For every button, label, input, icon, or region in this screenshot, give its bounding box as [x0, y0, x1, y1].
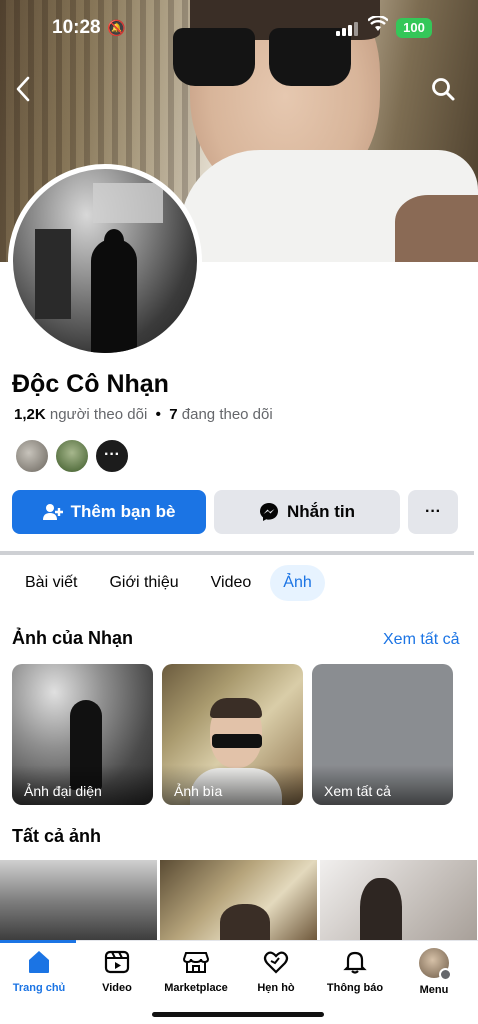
section-divider	[0, 551, 474, 555]
nav-label: Video	[102, 982, 132, 994]
mutual-friends[interactable]: ···	[14, 438, 130, 474]
active-tab-indicator	[0, 940, 76, 943]
album-profile-pictures[interactable]: Ảnh đại diện	[12, 664, 153, 805]
profile-actions: Thêm bạn bè Nhắn tin ···	[12, 490, 458, 534]
nav-label: Menu	[419, 984, 449, 996]
more-options-button[interactable]: ···	[408, 490, 458, 534]
nav-dating[interactable]: Hẹn hò	[231, 948, 321, 994]
search-icon[interactable]	[430, 76, 456, 102]
message-label: Nhắn tin	[287, 502, 355, 521]
friend-avatar[interactable]	[14, 438, 50, 474]
album-see-all[interactable]: Xem tất cả	[312, 664, 453, 805]
photo-grid	[0, 860, 478, 942]
bell-icon	[341, 948, 369, 976]
album-label: Ảnh bìa	[162, 765, 303, 805]
tab-video[interactable]: Video	[198, 565, 265, 601]
album-hair	[210, 698, 262, 718]
cover-arm	[395, 195, 478, 262]
more-friends-icon[interactable]: ···	[94, 438, 130, 474]
dating-icon	[262, 948, 290, 976]
nav-label: Thông báo	[326, 982, 384, 994]
followers-count: 1,2K	[14, 406, 46, 423]
following-count: 7	[169, 406, 178, 423]
photo-thumbnail[interactable]	[160, 860, 317, 942]
home-icon	[25, 948, 53, 976]
followers-label: người theo dõi	[49, 406, 148, 423]
add-friend-button[interactable]: Thêm bạn bè	[12, 490, 206, 534]
profile-tabs: Bài viết Giới thiệu Video Ảnh	[12, 565, 325, 601]
home-indicator	[152, 1012, 324, 1017]
albums-title: Ảnh của Nhạn	[12, 628, 134, 648]
see-all-link[interactable]: Xem tất cả	[383, 631, 459, 649]
status-time: 10:28	[52, 17, 101, 38]
nav-marketplace[interactable]: Marketplace	[151, 948, 241, 994]
battery-indicator: 100	[396, 18, 432, 38]
wifi-icon	[367, 15, 389, 37]
status-bar: 10:28 🔕 100	[0, 0, 478, 56]
video-icon	[103, 948, 131, 976]
all-photos-title: Tất cả ảnh	[12, 826, 102, 846]
menu-badge-icon	[439, 968, 452, 981]
add-friend-icon	[42, 504, 63, 520]
photo-thumbnail[interactable]	[0, 860, 157, 942]
stats-separator: •	[155, 406, 161, 423]
photo-thumbnail[interactable]	[320, 860, 477, 942]
albums-row: Ảnh đại diện Ảnh bìa Xem tất cả	[12, 664, 453, 805]
nav-label: Marketplace	[164, 982, 228, 994]
profile-name: Độc Cô Nhạn	[12, 370, 169, 398]
following-label: đang theo dõi	[181, 406, 273, 423]
add-friend-label: Thêm bạn bè	[70, 502, 176, 521]
profile-avatar[interactable]	[8, 164, 202, 358]
album-sunglasses	[212, 734, 262, 748]
silent-bell-icon: 🔕	[107, 20, 126, 37]
tab-photos[interactable]: Ảnh	[270, 565, 325, 601]
nav-menu[interactable]: Menu	[389, 948, 478, 996]
nav-video[interactable]: Video	[72, 948, 162, 994]
avatar-person	[91, 239, 137, 353]
avatar-window	[93, 183, 163, 223]
friend-avatar[interactable]	[54, 438, 90, 474]
album-label: Ảnh đại diện	[12, 765, 153, 805]
album-cover-photos[interactable]: Ảnh bìa	[162, 664, 303, 805]
message-button[interactable]: Nhắn tin	[214, 490, 400, 534]
nav-notifications[interactable]: Thông báo	[310, 948, 400, 994]
tab-posts[interactable]: Bài viết	[12, 565, 90, 601]
avatar-door	[35, 229, 71, 319]
messenger-icon	[260, 503, 278, 521]
nav-label: Hẹn hò	[257, 982, 295, 994]
tab-about[interactable]: Giới thiệu	[96, 565, 191, 601]
marketplace-icon	[182, 948, 210, 976]
album-label: Xem tất cả	[312, 765, 453, 805]
back-chevron-icon[interactable]	[14, 74, 32, 110]
signal-icon	[336, 22, 358, 36]
menu-avatar-icon	[419, 948, 452, 981]
follow-stats[interactable]: 1,2K người theo dõi • 7 đang theo dõi	[14, 406, 273, 423]
